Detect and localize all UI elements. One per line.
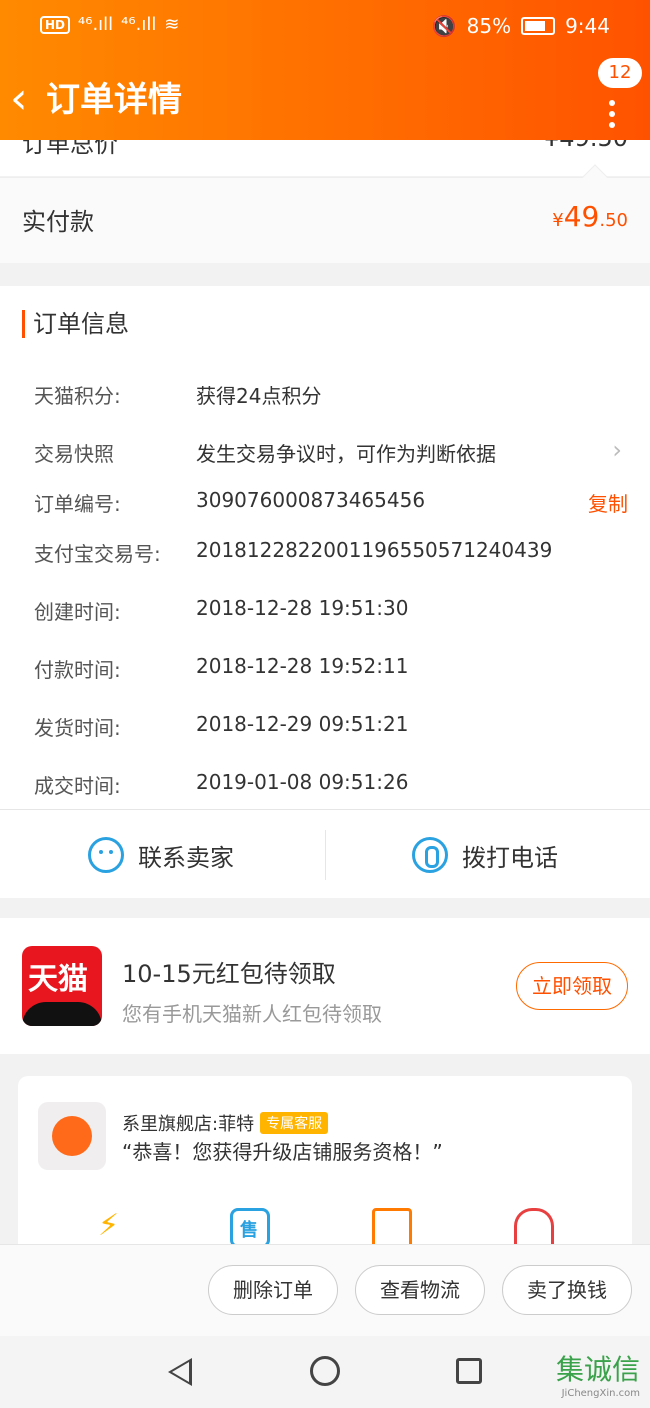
chevron-right-icon: › — [612, 436, 622, 464]
bottom-action-bar: 删除订单 查看物流 卖了换钱 — [0, 1244, 650, 1336]
lightning-icon[interactable] — [90, 1208, 130, 1248]
info-row: 天猫积分: 获得24点积分 — [34, 384, 322, 408]
wifi-icon: ≋ — [164, 14, 180, 35]
battery-percent: 85% — [466, 14, 512, 38]
promo-banner: 天猫 10-15元红包待领取 您有手机天猫新人红包待领取 立即领取 — [0, 918, 650, 1054]
message-badge[interactable]: 12 — [598, 58, 642, 88]
shop-name: 系里旗舰店:菲特 — [122, 1114, 255, 1135]
mute-icon: 🔇 — [431, 14, 457, 38]
order-total-label: 订单总价 — [22, 140, 118, 158]
chat-icon — [88, 837, 124, 873]
recents-square-icon[interactable] — [456, 1358, 482, 1384]
resell-button[interactable]: 卖了换钱 — [502, 1265, 632, 1315]
paid-label: 实付款 — [22, 208, 94, 236]
avatar — [38, 1102, 106, 1170]
info-row: 支付宝交易号: 2018122822001196550571240439 — [34, 538, 553, 566]
more-menu-icon[interactable] — [608, 100, 616, 133]
clock: 9:44 — [565, 14, 610, 38]
paid-row: 实付款 ¥49.50 — [0, 164, 650, 263]
info-row: 订单编号: 309076000873465456 复制 — [34, 488, 628, 517]
order-info-section: 订单信息 天猫积分: 获得24点积分 交易快照 发生交易争议时，可作为判断依据 … — [0, 286, 650, 898]
hd-icon: HD — [40, 15, 71, 34]
promo-title: 10-15元红包待领取 — [122, 960, 336, 988]
divider — [325, 830, 326, 880]
section-title: 订单信息 — [22, 310, 129, 338]
contact-actions: 联系卖家 拨打电话 — [0, 809, 650, 898]
header: ‹ 订单详情 12 — [0, 58, 650, 134]
delete-order-button[interactable]: 删除订单 — [208, 1265, 338, 1315]
phone-icon — [412, 837, 448, 873]
call-phone-button[interactable]: 拨打电话 — [412, 830, 558, 880]
paid-value: ¥49.50 — [552, 200, 628, 233]
claim-button[interactable]: 立即领取 — [516, 962, 628, 1010]
bell-icon[interactable] — [514, 1208, 554, 1248]
page-title: 订单详情 — [46, 80, 182, 120]
promo-subtitle: 您有手机天猫新人红包待领取 — [122, 1002, 382, 1026]
copy-button[interactable]: 复制 — [588, 488, 628, 517]
order-total-row: 订单总价 ¥49.50 — [0, 140, 650, 176]
status-bar: HD ⁴⁶.ıll ⁴⁶.ıll ≋ 🔇 85% 9:44 — [0, 0, 650, 56]
service-card[interactable]: 系里旗舰店:菲特 专属客服 “恭喜！您获得升级店铺服务资格！” 售 — [18, 1076, 632, 1256]
info-row: 发货时间: 2018-12-29 09:51:21 — [34, 712, 409, 740]
service-message: “恭喜！您获得升级店铺服务资格！” — [122, 1140, 443, 1164]
signal-icon: ⁴⁶.ıll — [121, 14, 157, 35]
watermark: 集诚信 JiChengXin.com — [555, 1353, 640, 1399]
snapshot-row[interactable]: 交易快照 发生交易争议时，可作为判断依据 › — [0, 430, 650, 470]
coupon-icon[interactable] — [372, 1208, 412, 1248]
top-bar: HD ⁴⁶.ıll ⁴⁶.ıll ≋ 🔇 85% 9:44 ‹ 订单详情 12 — [0, 0, 650, 140]
back-icon[interactable]: ‹ — [10, 74, 28, 124]
after-sale-icon[interactable]: 售 — [230, 1208, 270, 1248]
home-circle-icon[interactable] — [310, 1356, 340, 1386]
info-row: 创建时间: 2018-12-28 19:51:30 — [34, 596, 409, 624]
system-nav-bar: 集诚信 JiChengXin.com — [0, 1336, 650, 1408]
exclusive-service-tag: 专属客服 — [260, 1112, 329, 1134]
signal-icon: ⁴⁶.ıll — [78, 14, 114, 35]
tmall-logo: 天猫 — [22, 946, 102, 1026]
battery-icon — [521, 17, 556, 35]
view-logistics-button[interactable]: 查看物流 — [355, 1265, 485, 1315]
info-row: 付款时间: 2018-12-28 19:52:11 — [34, 654, 409, 682]
back-triangle-icon[interactable] — [168, 1358, 192, 1386]
order-total-value: ¥49.50 — [544, 140, 628, 152]
contact-seller-button[interactable]: 联系卖家 — [88, 830, 234, 880]
info-row: 成交时间: 2019-01-08 09:51:26 — [34, 770, 409, 798]
